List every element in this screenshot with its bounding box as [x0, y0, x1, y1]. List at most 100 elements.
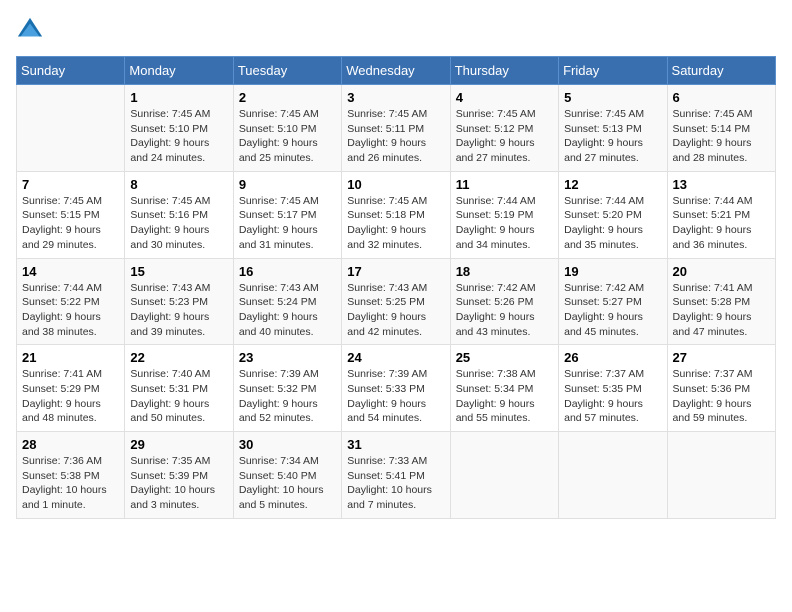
day-info: Sunrise: 7:45 AMSunset: 5:11 PMDaylight:…: [347, 107, 444, 166]
day-info: Sunrise: 7:45 AMSunset: 5:14 PMDaylight:…: [673, 107, 770, 166]
calendar-table: SundayMondayTuesdayWednesdayThursdayFrid…: [16, 56, 776, 519]
day-info: Sunrise: 7:38 AMSunset: 5:34 PMDaylight:…: [456, 367, 553, 426]
day-number: 9: [239, 177, 336, 192]
day-number: 30: [239, 437, 336, 452]
day-number: 2: [239, 90, 336, 105]
calendar-cell: 29 Sunrise: 7:35 AMSunset: 5:39 PMDayligh…: [125, 432, 233, 519]
calendar-week-row: 28 Sunrise: 7:36 AMSunset: 5:38 PMDayligh…: [17, 432, 776, 519]
day-info: Sunrise: 7:45 AMSunset: 5:10 PMDaylight:…: [130, 107, 227, 166]
calendar-cell: 19Sunrise: 7:42 AMSunset: 5:27 PMDayligh…: [559, 258, 667, 345]
calendar-header-row: SundayMondayTuesdayWednesdayThursdayFrid…: [17, 57, 776, 85]
day-info: Sunrise: 7:44 AMSunset: 5:19 PMDaylight:…: [456, 194, 553, 253]
day-number: 25: [456, 350, 553, 365]
calendar-cell: 10 Sunrise: 7:45 AMSunset: 5:18 PMDayligh…: [342, 171, 450, 258]
column-header-wednesday: Wednesday: [342, 57, 450, 85]
calendar-cell: 30Sunrise: 7:34 AMSunset: 5:40 PMDayligh…: [233, 432, 341, 519]
calendar-cell: 18Sunrise: 7:42 AMSunset: 5:26 PMDayligh…: [450, 258, 558, 345]
calendar-cell: 1 Sunrise: 7:45 AMSunset: 5:10 PMDaylight…: [125, 85, 233, 172]
logo: [16, 16, 48, 44]
day-number: 31: [347, 437, 444, 452]
calendar-cell: [667, 432, 775, 519]
day-number: 22: [130, 350, 227, 365]
day-info: Sunrise: 7:36 AMSunset: 5:38 PMDaylight:…: [22, 454, 119, 513]
column-header-monday: Monday: [125, 57, 233, 85]
calendar-week-row: 7 Sunrise: 7:45 AMSunset: 5:15 PMDaylight…: [17, 171, 776, 258]
day-info: Sunrise: 7:42 AMSunset: 5:27 PMDaylight:…: [564, 281, 661, 340]
calendar-cell: [17, 85, 125, 172]
day-number: 7: [22, 177, 119, 192]
day-number: 28: [22, 437, 119, 452]
day-info: Sunrise: 7:37 AMSunset: 5:35 PMDaylight:…: [564, 367, 661, 426]
day-number: 16: [239, 264, 336, 279]
day-info: Sunrise: 7:37 AMSunset: 5:36 PMDaylight:…: [673, 367, 770, 426]
calendar-cell: 24 Sunrise: 7:39 AMSunset: 5:33 PMDayligh…: [342, 345, 450, 432]
calendar-cell: 9Sunrise: 7:45 AMSunset: 5:17 PMDaylight…: [233, 171, 341, 258]
day-info: Sunrise: 7:45 AMSunset: 5:15 PMDaylight:…: [22, 194, 119, 253]
day-number: 24: [347, 350, 444, 365]
day-info: Sunrise: 7:35 AMSunset: 5:39 PMDaylight:…: [130, 454, 227, 513]
calendar-week-row: 21 Sunrise: 7:41 AMSunset: 5:29 PMDayligh…: [17, 345, 776, 432]
day-info: Sunrise: 7:45 AMSunset: 5:13 PMDaylight:…: [564, 107, 661, 166]
day-number: 29: [130, 437, 227, 452]
column-header-sunday: Sunday: [17, 57, 125, 85]
calendar-cell: 6 Sunrise: 7:45 AMSunset: 5:14 PMDaylight…: [667, 85, 775, 172]
day-number: 14: [22, 264, 119, 279]
calendar-week-row: 14 Sunrise: 7:44 AMSunset: 5:22 PMDayligh…: [17, 258, 776, 345]
calendar-cell: 15Sunrise: 7:43 AMSunset: 5:23 PMDayligh…: [125, 258, 233, 345]
day-info: Sunrise: 7:40 AMSunset: 5:31 PMDaylight:…: [130, 367, 227, 426]
calendar-cell: 17Sunrise: 7:43 AMSunset: 5:25 PMDayligh…: [342, 258, 450, 345]
column-header-friday: Friday: [559, 57, 667, 85]
day-number: 5: [564, 90, 661, 105]
day-number: 26: [564, 350, 661, 365]
calendar-cell: 13 Sunrise: 7:44 AMSunset: 5:21 PMDayligh…: [667, 171, 775, 258]
day-number: 11: [456, 177, 553, 192]
calendar-cell: 2 Sunrise: 7:45 AMSunset: 5:10 PMDaylight…: [233, 85, 341, 172]
day-info: Sunrise: 7:39 AMSunset: 5:33 PMDaylight:…: [347, 367, 444, 426]
day-info: Sunrise: 7:43 AMSunset: 5:24 PMDaylight:…: [239, 281, 336, 340]
day-number: 27: [673, 350, 770, 365]
day-number: 4: [456, 90, 553, 105]
calendar-cell: 12 Sunrise: 7:44 AMSunset: 5:20 PMDayligh…: [559, 171, 667, 258]
day-number: 20: [673, 264, 770, 279]
calendar-cell: 4 Sunrise: 7:45 AMSunset: 5:12 PMDaylight…: [450, 85, 558, 172]
day-info: Sunrise: 7:44 AMSunset: 5:20 PMDaylight:…: [564, 194, 661, 253]
day-info: Sunrise: 7:41 AMSunset: 5:28 PMDaylight:…: [673, 281, 770, 340]
calendar-cell: 22 Sunrise: 7:40 AMSunset: 5:31 PMDayligh…: [125, 345, 233, 432]
day-info: Sunrise: 7:33 AMSunset: 5:41 PMDaylight:…: [347, 454, 444, 513]
day-number: 8: [130, 177, 227, 192]
day-number: 15: [130, 264, 227, 279]
day-number: 13: [673, 177, 770, 192]
calendar-cell: 21 Sunrise: 7:41 AMSunset: 5:29 PMDayligh…: [17, 345, 125, 432]
day-info: Sunrise: 7:45 AMSunset: 5:12 PMDaylight:…: [456, 107, 553, 166]
day-info: Sunrise: 7:45 AMSunset: 5:10 PMDaylight:…: [239, 107, 336, 166]
day-number: 3: [347, 90, 444, 105]
day-info: Sunrise: 7:44 AMSunset: 5:22 PMDaylight:…: [22, 281, 119, 340]
calendar-cell: [559, 432, 667, 519]
logo-icon: [16, 16, 44, 44]
day-number: 18: [456, 264, 553, 279]
day-number: 17: [347, 264, 444, 279]
calendar-week-row: 1 Sunrise: 7:45 AMSunset: 5:10 PMDaylight…: [17, 85, 776, 172]
calendar-cell: 25 Sunrise: 7:38 AMSunset: 5:34 PMDayligh…: [450, 345, 558, 432]
calendar-cell: 31 Sunrise: 7:33 AMSunset: 5:41 PMDayligh…: [342, 432, 450, 519]
calendar-cell: 26 Sunrise: 7:37 AMSunset: 5:35 PMDayligh…: [559, 345, 667, 432]
calendar-cell: [450, 432, 558, 519]
calendar-cell: 8 Sunrise: 7:45 AMSunset: 5:16 PMDaylight…: [125, 171, 233, 258]
day-info: Sunrise: 7:45 AMSunset: 5:16 PMDaylight:…: [130, 194, 227, 253]
day-number: 23: [239, 350, 336, 365]
day-number: 1: [130, 90, 227, 105]
calendar-cell: 3 Sunrise: 7:45 AMSunset: 5:11 PMDaylight…: [342, 85, 450, 172]
day-info: Sunrise: 7:39 AMSunset: 5:32 PMDaylight:…: [239, 367, 336, 426]
calendar-cell: 23 Sunrise: 7:39 AMSunset: 5:32 PMDayligh…: [233, 345, 341, 432]
calendar-cell: 28 Sunrise: 7:36 AMSunset: 5:38 PMDayligh…: [17, 432, 125, 519]
day-info: Sunrise: 7:45 AMSunset: 5:18 PMDaylight:…: [347, 194, 444, 253]
day-number: 12: [564, 177, 661, 192]
day-info: Sunrise: 7:41 AMSunset: 5:29 PMDaylight:…: [22, 367, 119, 426]
day-number: 21: [22, 350, 119, 365]
day-number: 6: [673, 90, 770, 105]
column-header-tuesday: Tuesday: [233, 57, 341, 85]
calendar-cell: 11 Sunrise: 7:44 AMSunset: 5:19 PMDayligh…: [450, 171, 558, 258]
day-info: Sunrise: 7:44 AMSunset: 5:21 PMDaylight:…: [673, 194, 770, 253]
day-number: 10: [347, 177, 444, 192]
calendar-cell: 27 Sunrise: 7:37 AMSunset: 5:36 PMDayligh…: [667, 345, 775, 432]
